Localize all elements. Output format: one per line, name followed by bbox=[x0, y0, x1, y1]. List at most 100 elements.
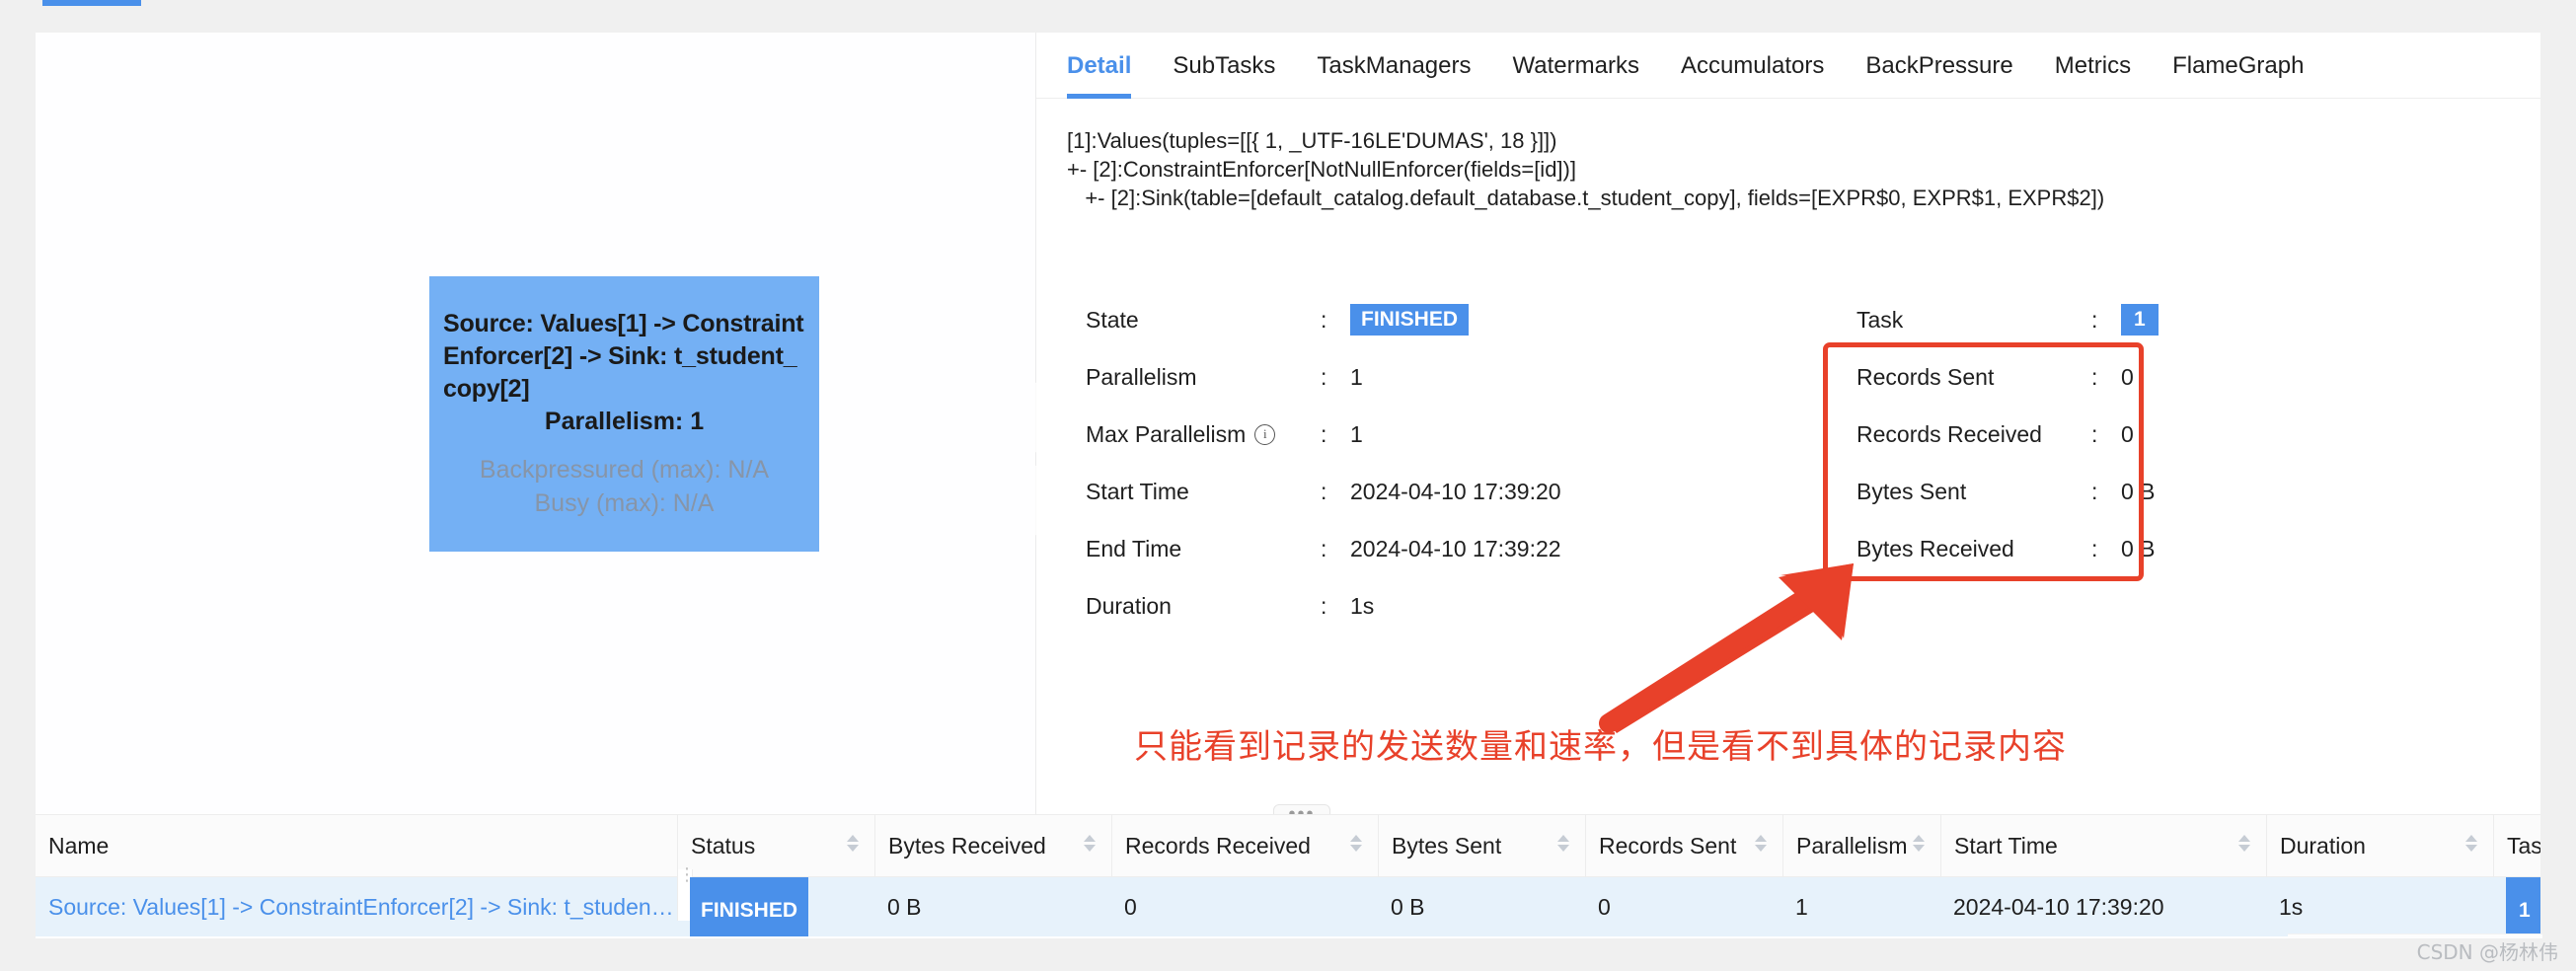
tab-backpressure[interactable]: BackPressure bbox=[1865, 33, 2012, 98]
watermark: CSDN @杨林伟 bbox=[2416, 940, 2558, 964]
column-header-label: Name bbox=[48, 833, 110, 859]
detail-field-label: Start Time bbox=[1086, 478, 1189, 504]
column-header-label: Tasks bbox=[2507, 833, 2540, 859]
detail-field-colon: : bbox=[1321, 592, 1327, 619]
cell-parallelism: 1 bbox=[1782, 877, 1940, 936]
sort-arrows-icon[interactable] bbox=[2465, 835, 2479, 857]
detail-field-value-wrap: 1 bbox=[2121, 304, 2488, 336]
column-header-records-received[interactable]: Records Received bbox=[1111, 815, 1378, 876]
column-header-label: Records Sent bbox=[1599, 833, 1737, 859]
detail-field-label-wrap: Records Sent bbox=[1856, 364, 2091, 391]
info-icon[interactable]: i bbox=[1254, 423, 1276, 445]
sort-arrows-icon[interactable] bbox=[1913, 835, 1927, 857]
detail-field-colon: : bbox=[2091, 306, 2098, 333]
detail-field-label-wrap: End Time bbox=[1086, 536, 1321, 562]
column-header-bytes-sent[interactable]: Bytes Sent bbox=[1378, 815, 1585, 876]
chinese-annotation-text: 只能看到记录的发送数量和速率，但是看不到具体的记录内容 bbox=[1134, 727, 2067, 767]
detail-field-value: 2024-04-10 17:39:20 bbox=[1350, 478, 1561, 504]
tab-accumulators[interactable]: Accumulators bbox=[1681, 33, 1824, 98]
column-header-bytes-received[interactable]: Bytes Received bbox=[874, 815, 1111, 876]
detail-field-row: Max Parallelism i:1 bbox=[1086, 406, 1816, 463]
sort-arrows-icon[interactable] bbox=[1084, 835, 1098, 857]
detail-field-value: 0 bbox=[2121, 363, 2134, 390]
sort-arrows-icon[interactable] bbox=[2238, 835, 2252, 857]
sort-arrows-icon[interactable] bbox=[1350, 835, 1364, 857]
column-header-start-time[interactable]: Start Time bbox=[1940, 815, 2266, 876]
detail-field-label: State bbox=[1086, 306, 1139, 333]
window-left-rail bbox=[0, 0, 36, 971]
detail-field-value-wrap: 0 B bbox=[2121, 536, 2488, 562]
detail-field-value-wrap: 2024-04-10 17:39:20 bbox=[1350, 479, 1816, 505]
table-row[interactable]: ⋮ Source: Values[1] -> ConstraintEnforce… bbox=[36, 865, 2540, 936]
cell-text: 0 B bbox=[887, 894, 922, 920]
detail-field-colon: : bbox=[2091, 478, 2098, 504]
job-graph-node[interactable]: Source: Values[1] -> ConstraintEnforcer[… bbox=[429, 276, 819, 552]
detail-field-label: Parallelism bbox=[1086, 363, 1197, 390]
tab-flamegraph[interactable]: FlameGraph bbox=[2172, 33, 2304, 98]
cell-start-time: 2024-04-10 17:39:20 bbox=[1940, 877, 2266, 936]
detail-field-value: 1s bbox=[1350, 592, 1375, 619]
detail-field-colon: : bbox=[1321, 363, 1327, 390]
tab-metrics[interactable]: Metrics bbox=[2055, 33, 2131, 98]
detail-field-colon: : bbox=[1321, 420, 1327, 447]
column-header-duration[interactable]: Duration bbox=[2266, 815, 2493, 876]
detail-field-label-wrap: Max Parallelism i bbox=[1086, 421, 1321, 448]
detail-field-row: Parallelism:1 bbox=[1086, 348, 1816, 406]
detail-field-label-wrap: Parallelism bbox=[1086, 364, 1321, 391]
window-bottom-strip bbox=[0, 938, 2576, 971]
tab-taskmanagers[interactable]: TaskManagers bbox=[1317, 33, 1471, 98]
detail-field-colon: : bbox=[1321, 535, 1327, 561]
table-header-row: Name Status Bytes Received Records Received… bbox=[36, 815, 2540, 877]
column-header-name[interactable]: Name bbox=[36, 815, 677, 876]
sort-arrows-icon[interactable] bbox=[847, 835, 861, 857]
tab-detail[interactable]: Detail bbox=[1067, 33, 1132, 99]
cell-text: 0 B bbox=[1391, 894, 1425, 920]
column-header-label: Status bbox=[691, 833, 756, 859]
tab-watermarks[interactable]: Watermarks bbox=[1513, 33, 1639, 98]
detail-field-label: End Time bbox=[1086, 535, 1182, 561]
detail-field-value-wrap: 0 B bbox=[2121, 479, 2488, 505]
detail-field-label-wrap: Records Received bbox=[1856, 421, 2091, 448]
detail-field-value-wrap: FINISHED bbox=[1350, 304, 1816, 336]
cell-bytes-received: 0 B bbox=[874, 877, 1111, 936]
cell-name[interactable]: Source: Values[1] -> ConstraintEnforcer[… bbox=[36, 877, 677, 936]
sort-arrows-icon[interactable] bbox=[1557, 835, 1571, 857]
column-header-label: Start Time bbox=[1954, 833, 2058, 859]
sort-arrows-icon[interactable] bbox=[1755, 835, 1769, 857]
column-header-parallelism[interactable]: Parallelism bbox=[1782, 815, 1940, 876]
detail-field-value-wrap: 1 bbox=[1350, 364, 1816, 391]
execution-plan-text: [1]:Values(tuples=[[{ 1, _UTF-16LE'DUMAS… bbox=[1067, 128, 2105, 210]
detail-field-label-wrap: Task bbox=[1856, 307, 2091, 334]
cell-records-sent: 0 bbox=[1585, 877, 1782, 936]
detail-field-row: Start Time:2024-04-10 17:39:20 bbox=[1086, 463, 1816, 520]
tab-subtasks[interactable]: SubTasks bbox=[1173, 33, 1275, 98]
detail-field-value: 0 bbox=[2121, 420, 2134, 447]
detail-field-label: Task bbox=[1856, 306, 1904, 333]
detail-field-row: Records Sent:0 bbox=[1856, 348, 2488, 406]
cell-text: 0 bbox=[1598, 894, 1611, 920]
detail-field-value-wrap: 0 bbox=[2121, 421, 2488, 448]
cell-text: 2024-04-10 17:39:20 bbox=[1953, 894, 2164, 920]
column-header-tasks[interactable]: Tasks bbox=[2493, 815, 2540, 876]
detail-field-value: 0 B bbox=[2121, 535, 2156, 561]
detail-field-value-wrap: 1 bbox=[1350, 421, 1816, 448]
column-header-records-sent[interactable]: Records Sent bbox=[1585, 815, 1782, 876]
detail-field-label: Bytes Sent bbox=[1856, 478, 1967, 504]
detail-field-label: Records Sent bbox=[1856, 363, 1995, 390]
detail-field-label: Bytes Received bbox=[1856, 535, 2014, 561]
detail-tab-bar: Detail SubTasks TaskManagers Watermarks Accu… bbox=[1036, 33, 2540, 99]
detail-field-label: Records Received bbox=[1856, 420, 2042, 447]
node-parallelism: Parallelism: 1 bbox=[544, 408, 705, 435]
job-graph-pane[interactable]: Source: Values[1] -> ConstraintEnforcer[… bbox=[36, 33, 1036, 814]
detail-field-value: 1 bbox=[1350, 420, 1363, 447]
detail-field-colon: : bbox=[1321, 306, 1327, 333]
cell-status: FINISHED bbox=[677, 877, 874, 936]
cell-text: 0 bbox=[1124, 894, 1137, 920]
column-header-label: Parallelism bbox=[1796, 833, 1908, 859]
column-header-status[interactable]: Status bbox=[677, 815, 874, 876]
detail-field-value-wrap: 0 bbox=[2121, 364, 2488, 391]
detail-field-label-wrap: Bytes Sent bbox=[1856, 479, 2091, 505]
status-badge: 1 bbox=[2121, 304, 2159, 336]
status-badge: FINISHED bbox=[1350, 304, 1470, 336]
cell-tasks: 1 bbox=[2493, 877, 2540, 936]
